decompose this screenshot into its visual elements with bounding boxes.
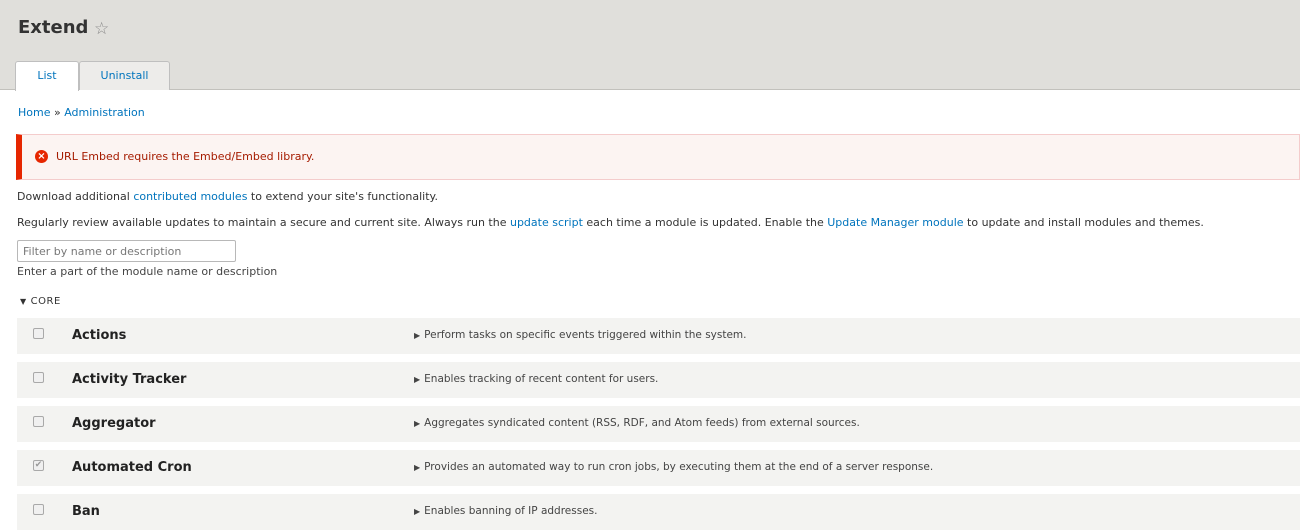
intro-paragraph-download: Download additional contributed modules … xyxy=(17,190,438,203)
module-description-toggle[interactable]: ▶ Enables tracking of recent content for … xyxy=(414,373,658,385)
module-checkbox[interactable] xyxy=(33,328,44,339)
tab-uninstall[interactable]: Uninstall xyxy=(79,61,170,90)
module-name: Actions xyxy=(72,328,127,343)
module-row-actions: Actions ▶ Perform tasks on specific event… xyxy=(17,318,1300,354)
intro-text: Regularly review available updates to ma… xyxy=(17,216,510,229)
page-header: Extend ☆ List Uninstall xyxy=(0,0,1300,91)
intro-text: to extend your site's functionality. xyxy=(247,190,438,203)
core-section-label: CORE xyxy=(30,296,61,307)
expand-arrow-icon: ▶ xyxy=(414,419,421,428)
module-checkbox[interactable] xyxy=(33,372,44,383)
breadcrumb-separator: » xyxy=(53,106,61,119)
expand-arrow-icon: ▶ xyxy=(414,375,421,384)
filter-description: Enter a part of the module name or descr… xyxy=(17,265,278,278)
update-manager-module-link[interactable]: Update Manager module xyxy=(827,216,963,229)
module-description: Enables banning of IP addresses. xyxy=(424,505,598,517)
module-description: Provides an automated way to run cron jo… xyxy=(424,461,934,473)
breadcrumb-administration-link[interactable]: Administration xyxy=(64,106,145,119)
module-description-toggle[interactable]: ▶ Provides an automated way to run cron j… xyxy=(414,461,933,473)
module-row-automated-cron: ✔ Automated Cron ▶ Provides an automated … xyxy=(17,450,1300,486)
module-name: Ban xyxy=(72,504,100,519)
update-script-link[interactable]: update script xyxy=(510,216,583,229)
error-message: × URL Embed requires the Embed/Embed lib… xyxy=(16,134,1300,180)
core-section-toggle[interactable]: ▼ CORE xyxy=(20,296,61,307)
expand-arrow-icon: ▶ xyxy=(414,507,421,516)
module-name: Aggregator xyxy=(72,416,156,431)
module-description-toggle[interactable]: ▶ Perform tasks on specific events trigge… xyxy=(414,329,747,341)
module-description: Aggregates syndicated content (RSS, RDF,… xyxy=(424,417,860,429)
module-description: Enables tracking of recent content for u… xyxy=(424,373,659,385)
contributed-modules-link[interactable]: contributed modules xyxy=(133,190,247,203)
module-description-toggle[interactable]: ▶ Aggregates syndicated content (RSS, RDF… xyxy=(414,417,860,429)
intro-text: each time a module is updated. Enable th… xyxy=(582,216,828,229)
module-name: Automated Cron xyxy=(72,460,192,475)
filter-input[interactable] xyxy=(17,240,236,262)
module-row-aggregator: Aggregator ▶ Aggregates syndicated conten… xyxy=(17,406,1300,442)
expand-arrow-icon: ▶ xyxy=(414,463,421,472)
intro-text: Download additional xyxy=(17,190,134,203)
module-row-activity-tracker: Activity Tracker ▶ Enables tracking of re… xyxy=(17,362,1300,398)
module-description-toggle[interactable]: ▶ Enables banning of IP addresses. xyxy=(414,505,597,517)
module-name: Activity Tracker xyxy=(72,372,187,387)
intro-text: to update and install modules and themes… xyxy=(963,216,1204,229)
module-checkbox[interactable] xyxy=(33,416,44,427)
page-title: Extend xyxy=(18,17,89,38)
expand-arrow-icon: ▶ xyxy=(414,331,421,340)
error-icon: × xyxy=(35,150,48,163)
breadcrumb-home-link[interactable]: Home xyxy=(18,106,50,119)
breadcrumb: Home » Administration xyxy=(18,106,145,119)
error-message-text: URL Embed requires the Embed/Embed libra… xyxy=(56,150,315,163)
tab-list[interactable]: List xyxy=(15,61,79,91)
module-row-ban: Ban ▶ Enables banning of IP addresses. xyxy=(17,494,1300,530)
intro-paragraph-updates: Regularly review available updates to ma… xyxy=(17,216,1204,229)
module-checkbox-checked[interactable]: ✔ xyxy=(33,460,44,471)
collapse-arrow-icon: ▼ xyxy=(20,297,27,306)
module-description: Perform tasks on specific events trigger… xyxy=(424,329,747,341)
module-checkbox[interactable] xyxy=(33,504,44,515)
star-icon[interactable]: ☆ xyxy=(94,19,109,39)
